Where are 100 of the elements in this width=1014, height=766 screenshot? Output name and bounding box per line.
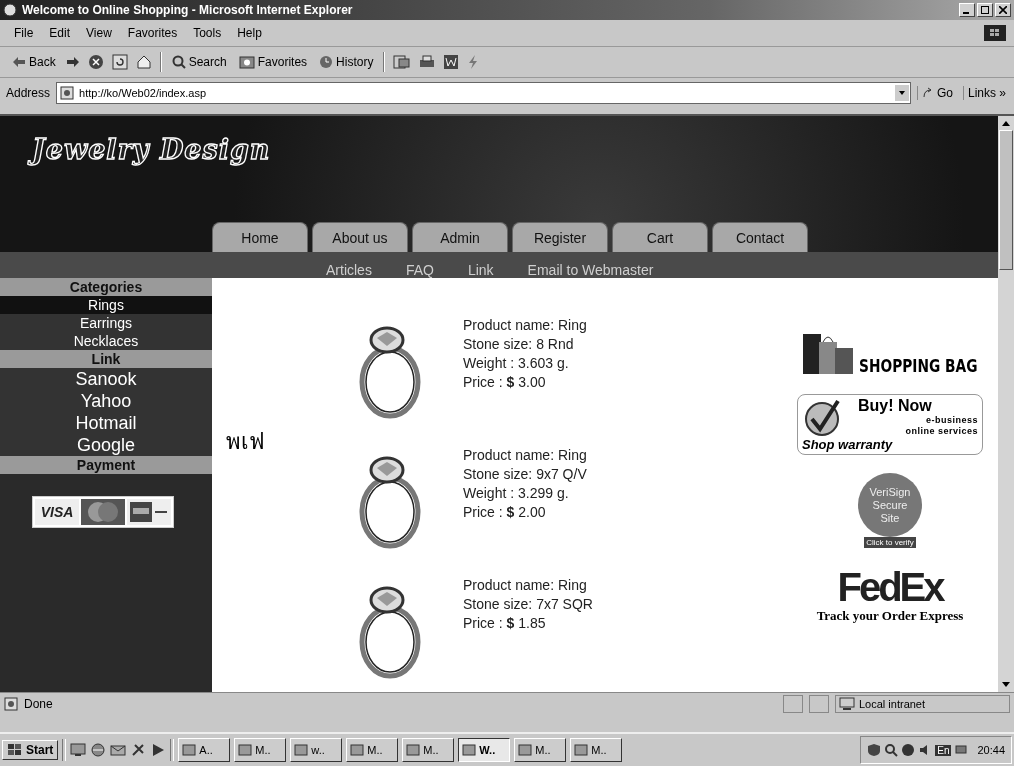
- sidebar-header: Categories: [0, 278, 212, 296]
- sidebar-link[interactable]: Necklaces: [0, 332, 212, 350]
- stop-icon[interactable]: [87, 54, 104, 70]
- checkmark-icon: [802, 397, 842, 437]
- go-button[interactable]: Go: [916, 86, 957, 100]
- shield-icon[interactable]: [867, 743, 882, 757]
- taskbar-button[interactable]: M..: [514, 738, 567, 762]
- window-icon: [574, 744, 589, 756]
- status-panel: [783, 695, 803, 713]
- language-indicator[interactable]: En: [935, 744, 952, 756]
- maximize-button[interactable]: [977, 3, 993, 17]
- clock-icon: [319, 55, 334, 69]
- taskbar-button[interactable]: W..: [458, 738, 511, 762]
- sidebar-header: Link: [0, 350, 212, 368]
- page-icon: [4, 697, 18, 711]
- windows-logo-icon: [7, 743, 23, 757]
- product-price: Price : $ 2.00: [463, 503, 547, 522]
- product-detail: Stone size: 7x7 SQR: [463, 595, 593, 614]
- nav-tab[interactable]: Admin: [412, 222, 508, 252]
- links-button[interactable]: Links »: [962, 86, 1010, 100]
- back-arrow-icon: [12, 56, 26, 68]
- nav-link[interactable]: Articles: [326, 262, 372, 278]
- sidebar-link[interactable]: Hotmail: [0, 412, 212, 434]
- magnifier-icon[interactable]: [884, 743, 899, 757]
- nav-tab[interactable]: Cart: [612, 222, 708, 252]
- folder-icon: [238, 55, 255, 69]
- close-icon: [999, 6, 1007, 14]
- product-detail: Product name: Ring: [463, 576, 588, 595]
- sidebar-link[interactable]: Earrings: [0, 314, 212, 332]
- taskbar-button[interactable]: A..: [178, 738, 231, 762]
- menu-item[interactable]: View: [86, 26, 112, 40]
- address-field[interactable]: http://ko/Web02/index.asp: [56, 82, 911, 104]
- close-button[interactable]: [995, 3, 1011, 17]
- product-price: Price : $ 3.00: [463, 373, 547, 392]
- menu-item[interactable]: Favorites: [127, 26, 178, 40]
- window-title: Welcome to Online Shopping - Microsoft Internet Explorer: [22, 3, 354, 17]
- network-icon[interactable]: [954, 743, 969, 757]
- nav-tab[interactable]: Register: [512, 222, 608, 252]
- print-icon[interactable]: [419, 54, 436, 70]
- window-icon: [406, 744, 421, 756]
- forward-arrow-icon[interactable]: [65, 56, 80, 68]
- desktop-icon[interactable]: [70, 742, 87, 758]
- scrollbar-thumb[interactable]: [999, 130, 1013, 270]
- sidebar-link[interactable]: Rings: [0, 296, 212, 314]
- window-icon: [350, 744, 365, 756]
- address-label: Address: [6, 86, 51, 100]
- search-button[interactable]: Search: [169, 54, 229, 70]
- minimize-button[interactable]: [959, 3, 975, 17]
- search-icon: [171, 55, 186, 69]
- vertical-scrollbar[interactable]: [998, 116, 1014, 692]
- mastercard-logo-icon: [81, 499, 125, 525]
- nav-tab[interactable]: About us: [312, 222, 408, 252]
- globe-icon[interactable]: [901, 743, 916, 757]
- favorites-button[interactable]: Favorites: [236, 54, 310, 70]
- product-detail: Weight : 3.299 g.: [463, 484, 570, 503]
- nav-link[interactable]: Link: [467, 262, 494, 278]
- arrow-icon: [921, 87, 934, 99]
- lightning-icon[interactable]: [467, 54, 480, 70]
- taskbar-button[interactable]: w..: [290, 738, 343, 762]
- product-detail: Weight : 3.603 g.: [463, 354, 570, 373]
- taskbar-button[interactable]: M..: [402, 738, 455, 762]
- taskbar-button[interactable]: M..: [570, 738, 623, 762]
- window-icon: [462, 744, 477, 756]
- security-zone: Local intranet: [835, 695, 1010, 713]
- window-icon: [238, 744, 253, 756]
- status-panel: [809, 695, 829, 713]
- menu-item[interactable]: Tools: [193, 26, 222, 40]
- menu-item[interactable]: Edit: [49, 26, 71, 40]
- card-logo-icon: [127, 499, 171, 525]
- word-icon[interactable]: [443, 54, 460, 70]
- window-icon: [518, 744, 533, 756]
- taskbar-button[interactable]: M..: [346, 738, 399, 762]
- product-detail: Product name: Ring: [463, 446, 587, 465]
- sidebar-link[interactable]: Sanook: [0, 368, 212, 390]
- home-icon[interactable]: [135, 54, 152, 70]
- menu-item[interactable]: File: [14, 26, 34, 40]
- taskbar-button[interactable]: M..: [234, 738, 287, 762]
- shopping-bag-banner[interactable]: SHOPPING BAG: [801, 328, 979, 376]
- clock: 20:44: [977, 744, 1005, 756]
- windows-logo-icon: [984, 25, 1006, 41]
- history-button[interactable]: History: [317, 54, 376, 70]
- start-button[interactable]: Start: [2, 740, 59, 760]
- sidebar-link[interactable]: Google: [0, 434, 212, 456]
- nav-link[interactable]: Email to Webmaster: [527, 262, 654, 278]
- page-icon: [60, 86, 75, 100]
- window-icon: [294, 744, 309, 756]
- nav-link[interactable]: FAQ: [405, 262, 434, 278]
- card-logo: VISA: [35, 499, 79, 525]
- back-button[interactable]: Back: [10, 54, 58, 70]
- intranet-icon: [839, 697, 855, 711]
- nav-tab[interactable]: Contact: [712, 222, 808, 252]
- product-detail: Stone size: 9x7 Q/V: [463, 465, 587, 484]
- fedex-banner[interactable]: FedEx Track your Order Express: [816, 566, 964, 624]
- window-icon: [182, 744, 197, 756]
- nav-tab[interactable]: Home: [212, 222, 308, 252]
- buy-now-badge[interactable]: Buy! Now e-business online services Shop warranty: [797, 394, 983, 455]
- page-text: พเฟ: [226, 428, 265, 456]
- refresh-icon[interactable]: [111, 54, 128, 70]
- menu-item[interactable]: Help: [237, 26, 262, 40]
- sidebar-link[interactable]: Yahoo: [0, 390, 212, 412]
